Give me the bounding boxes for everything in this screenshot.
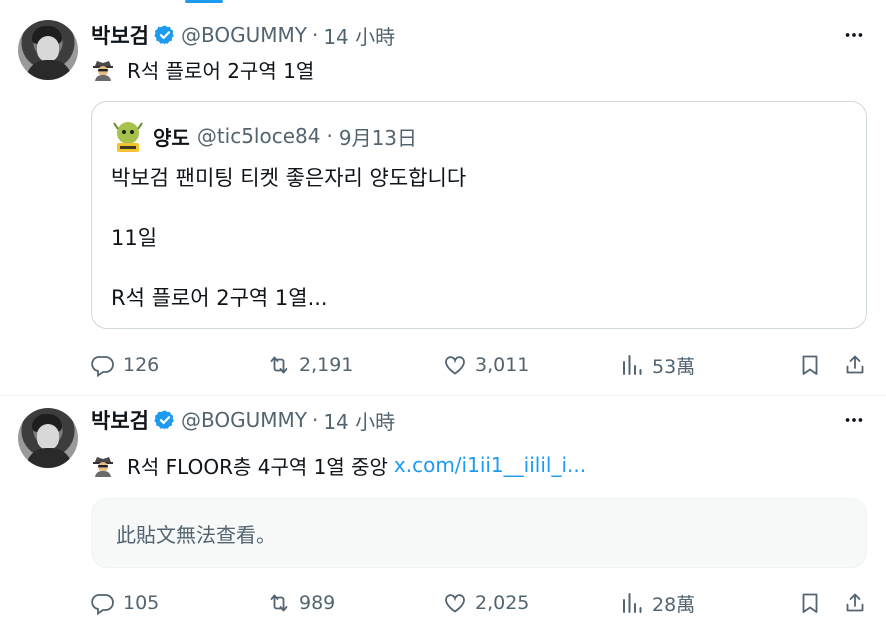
reply-count: 126 bbox=[123, 354, 160, 376]
reply-icon bbox=[91, 594, 114, 615]
views-button[interactable]: 28萬 bbox=[620, 585, 695, 621]
reply-button[interactable]: 105 bbox=[91, 585, 159, 621]
active-indicator bbox=[185, 0, 223, 3]
avatar[interactable] bbox=[18, 20, 78, 80]
retweet-button[interactable]: 989 bbox=[267, 585, 335, 621]
retweet-count: 989 bbox=[299, 592, 336, 614]
verified-badge-icon bbox=[154, 24, 176, 46]
tweet-actions: 105 989 2,025 28萬 bbox=[91, 585, 871, 621]
share-icon bbox=[846, 355, 864, 374]
quoted-tweet[interactable]: 양도 @tic5loce84 · 9月13日 박보검 팬미팅 티켓 좋은자리 양… bbox=[91, 101, 867, 329]
separator-dot: · bbox=[326, 124, 333, 148]
quoted-author-name[interactable]: 양도 bbox=[153, 122, 190, 151]
like-count: 3,011 bbox=[475, 354, 530, 376]
tweet-body: R석 FLOOR층 4구역 1열 중앙 bbox=[127, 454, 388, 479]
quoted-avatar-icon[interactable] bbox=[112, 119, 144, 155]
separator-dot: · bbox=[311, 408, 319, 432]
author-name[interactable]: 박보검 bbox=[91, 405, 149, 435]
quoted-author-handle: @tic5loce84 bbox=[196, 124, 321, 148]
tweet-header: 박보검 @BOGUMMY · 14 小時 bbox=[91, 21, 395, 49]
share-icon bbox=[846, 593, 864, 612]
verified-badge-icon bbox=[154, 409, 176, 431]
bookmark-button[interactable] bbox=[798, 585, 822, 621]
share-button[interactable] bbox=[843, 585, 867, 621]
author-handle[interactable]: @BOGUMMY bbox=[181, 23, 307, 47]
bookmark-icon bbox=[802, 593, 818, 613]
views-button[interactable]: 53萬 bbox=[620, 347, 695, 383]
bookmark-button[interactable] bbox=[798, 347, 822, 383]
author-handle[interactable]: @BOGUMMY bbox=[181, 408, 307, 432]
reply-button[interactable]: 126 bbox=[91, 347, 159, 383]
timestamp[interactable]: 14 小時 bbox=[323, 21, 395, 50]
views-chart-icon bbox=[623, 355, 642, 375]
retweet-icon bbox=[270, 594, 288, 612]
quoted-timestamp: 9月13日 bbox=[338, 125, 418, 150]
quoted-text-line: 11일 bbox=[111, 226, 158, 250]
heart-icon bbox=[445, 356, 465, 375]
reply-icon bbox=[91, 356, 114, 377]
tweet-text: R석 플로어 2구역 1열 bbox=[91, 54, 314, 84]
views-count: 28萬 bbox=[652, 593, 696, 616]
views-chart-icon bbox=[623, 593, 642, 613]
heart-icon bbox=[445, 594, 465, 613]
tweet-body: R석 플로어 2구역 1열 bbox=[127, 58, 315, 83]
top-scroll-indicator bbox=[0, 0, 886, 7]
tweet-text: R석 FLOOR층 4구역 1열 중앙 x.com/i1ii1__iilil_i… bbox=[91, 450, 586, 480]
tweet-actions: 126 2,191 3,011 53萬 bbox=[91, 347, 871, 383]
more-options-icon[interactable] bbox=[842, 408, 866, 432]
quoted-text-line: R석 플로어 2구역 1열... bbox=[111, 286, 328, 310]
tweet[interactable]: 박보검 @BOGUMMY · 14 小時 R석 플로어 2구역 1열 양도 @t… bbox=[0, 7, 886, 396]
like-button[interactable]: 2,025 bbox=[443, 585, 529, 621]
quoted-text-line: 박보검 팬미팅 티켓 좋은자리 양도합니다 bbox=[111, 166, 467, 190]
retweet-count: 2,191 bbox=[299, 354, 354, 376]
detective-emoji-icon bbox=[91, 57, 115, 81]
avatar[interactable] bbox=[18, 408, 78, 468]
retweet-icon bbox=[270, 356, 288, 374]
retweet-button[interactable]: 2,191 bbox=[267, 347, 353, 383]
share-button[interactable] bbox=[843, 347, 867, 383]
tweet-link[interactable]: x.com/i1ii1__iilil_i... bbox=[394, 453, 586, 477]
more-options-icon[interactable] bbox=[842, 23, 866, 47]
quoted-header: 양도 @tic5loce84 · 9月13日 bbox=[153, 122, 417, 150]
tweet[interactable]: 박보검 @BOGUMMY · 14 小時 R석 FLOOR층 4구역 1열 중앙… bbox=[0, 396, 886, 631]
like-count: 2,025 bbox=[475, 592, 530, 614]
like-button[interactable]: 3,011 bbox=[443, 347, 529, 383]
author-name[interactable]: 박보검 bbox=[91, 20, 149, 50]
tweet-header: 박보검 @BOGUMMY · 14 小時 bbox=[91, 406, 395, 434]
bookmark-icon bbox=[802, 355, 818, 375]
reply-count: 105 bbox=[123, 592, 160, 614]
views-count: 53萬 bbox=[652, 355, 696, 378]
detective-emoji-icon bbox=[91, 453, 115, 477]
timestamp[interactable]: 14 小時 bbox=[323, 406, 395, 435]
unavailable-post-notice: 此貼文無法查看。 bbox=[91, 498, 867, 568]
separator-dot: · bbox=[311, 23, 319, 47]
